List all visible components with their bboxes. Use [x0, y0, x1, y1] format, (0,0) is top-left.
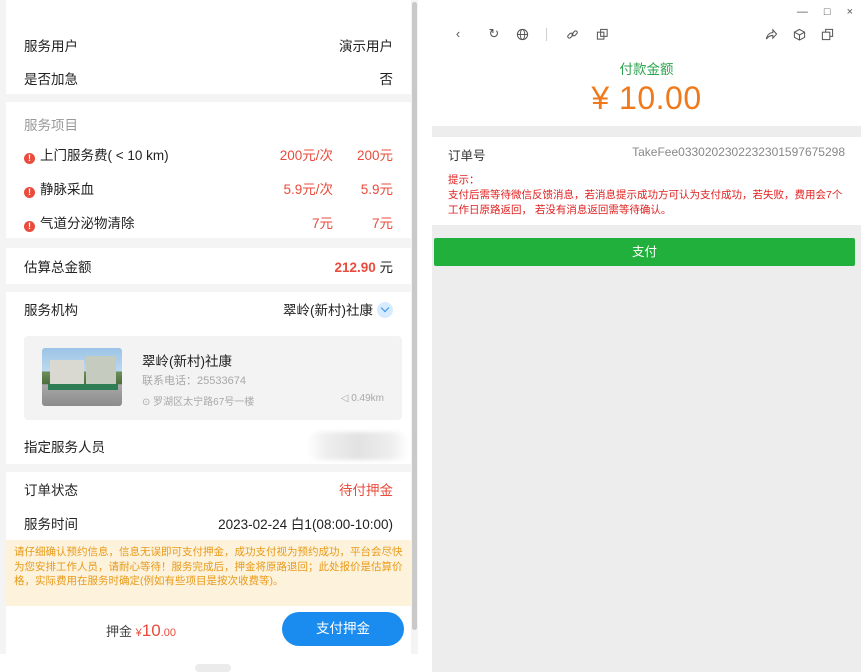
service-item-row: ! 气道分泌物清除 7元 7元	[6, 208, 411, 236]
org-name: 翠岭(新村)社康	[142, 354, 232, 369]
back-icon[interactable]: ‹	[450, 24, 466, 44]
service-item-subtotal: 7元	[371, 216, 393, 231]
service-user-row: 服务用户 演示用户	[6, 30, 411, 60]
payment-window: — □ × ‹ ↻ 付款金额 ¥ 10.00 订单号 TakeFee033020…	[432, 0, 861, 672]
order-number-label: 订单号	[448, 149, 486, 163]
order-status-label: 订单状态	[24, 483, 78, 498]
total-label: 估算总金额	[24, 260, 92, 275]
pay-button[interactable]: 支付	[434, 238, 855, 266]
info-icon[interactable]: !	[24, 153, 35, 164]
link-icon[interactable]	[564, 24, 580, 44]
service-item-name: 上门服务费( < 10 km)	[40, 148, 169, 163]
service-items-title-row: 服务项目	[6, 110, 411, 138]
copy-icon[interactable]	[594, 24, 610, 44]
minimize-icon[interactable]: —	[797, 6, 808, 18]
org-distance: ◁ 0.49km	[340, 393, 384, 404]
org-address: ⊙ 罗湖区太宁路67号一楼	[142, 397, 255, 408]
service-user-value[interactable]: 演示用户	[339, 35, 393, 55]
service-items-title: 服务项目	[24, 118, 78, 133]
total-amount: 212.90	[334, 260, 376, 275]
info-icon[interactable]: !	[24, 221, 35, 232]
service-item-price: 5.9元/次	[283, 182, 333, 197]
order-info-card: 订单号 TakeFee0330202302232301597675298 提示：…	[432, 137, 861, 225]
org-phone: 联系电话：25533674	[142, 375, 246, 387]
service-item-subtotal: 200元	[356, 148, 393, 163]
browser-toolbar: ‹ ↻	[432, 24, 861, 44]
order-status-value: 待付押金	[339, 483, 393, 498]
hint-body: 支付后需等待微信反馈消息，若消息提示成功方可认为支付成功，若失败，费用会7个工作…	[448, 189, 843, 216]
urgent-value[interactable]: 否	[380, 68, 394, 88]
service-item-price: 200元/次	[279, 148, 333, 163]
org-label: 服务机构	[24, 303, 78, 318]
cube-icon[interactable]	[791, 24, 807, 44]
org-photo	[42, 348, 122, 406]
org-select-value[interactable]: 翠岭(新村)社康	[283, 303, 373, 318]
service-item-subtotal: 5.9元	[360, 182, 393, 197]
service-user-label: 服务用户	[24, 39, 78, 54]
deposit-decimal: .00	[160, 627, 176, 639]
service-item-row: ! 静脉采血 5.9元/次 5.9元	[6, 174, 411, 202]
info-icon[interactable]: !	[24, 187, 35, 198]
service-time-row: 服务时间 2023-02-24 白1(08:00-10:00)	[6, 508, 411, 538]
home-indicator	[195, 664, 231, 672]
urgent-row: 是否加急 否	[6, 62, 411, 94]
service-time-value: 2023-02-24 白1(08:00-10:00)	[218, 517, 393, 532]
refresh-icon[interactable]: ↻	[486, 24, 502, 44]
pay-deposit-button[interactable]: 支付押金	[282, 612, 404, 646]
staff-selector-blurred[interactable]	[306, 432, 410, 460]
deposit-footer: 押金 ¥10.00 支付押金	[6, 606, 411, 654]
toolbar-divider	[546, 28, 547, 41]
service-item-price: 7元	[311, 216, 333, 231]
service-item-name: 静脉采血	[40, 182, 94, 197]
org-info-box[interactable]: 翠岭(新村)社康 联系电话：25533674 ⊙ 罗湖区太宁路67号一楼 ◁ 0…	[24, 336, 402, 420]
deposit-amount: 10	[141, 621, 161, 640]
order-form: 服务用户 演示用户 是否加急 否 服务项目 ! 上门服务费( < 10 km) 2…	[6, 0, 411, 672]
window-icon[interactable]	[819, 24, 835, 44]
bottom-bar	[0, 654, 418, 672]
total-unit: 元	[379, 260, 394, 275]
scrollbar[interactable]	[412, 2, 417, 630]
order-number-value: TakeFee0330202302232301597675298	[632, 145, 845, 159]
pay-amount: ¥ 10.00	[591, 80, 702, 116]
chevron-down-icon[interactable]	[377, 302, 393, 318]
deposit-summary: 押金 ¥10.00	[106, 621, 176, 641]
service-time-label: 服务时间	[24, 517, 78, 532]
order-confirm-panel: 服务用户 演示用户 是否加急 否 服务项目 ! 上门服务费( < 10 km) 2…	[0, 0, 418, 672]
maximize-icon[interactable]: □	[824, 6, 831, 18]
service-item-name: 气道分泌物清除	[40, 216, 135, 231]
share-icon[interactable]	[763, 24, 779, 44]
booking-notice: 请仔细确认预约信息，信息无误即可支付押金，成功支付视为预约成功，平台会尽快为您安…	[6, 540, 411, 606]
globe-icon[interactable]	[514, 24, 530, 44]
payment-hint: 提示： 支付后需等待微信反馈消息，若消息提示成功方可认为支付成功，若失败，费用会…	[448, 173, 848, 218]
payment-header: — □ × ‹ ↻ 付款金额 ¥ 10.00	[432, 0, 861, 126]
close-icon[interactable]: ×	[847, 6, 853, 18]
org-row[interactable]: 服务机构 翠岭(新村)社康	[6, 292, 411, 326]
screen: 服务用户 演示用户 是否加急 否 服务项目 ! 上门服务费( < 10 km) 2…	[0, 0, 861, 672]
total-row: 估算总金额 212.90 元	[6, 250, 411, 282]
service-item-row: ! 上门服务费( < 10 km) 200元/次 200元	[6, 140, 411, 168]
order-status-row: 订单状态 待付押金	[6, 474, 411, 504]
pay-amount-label: 付款金额	[619, 62, 674, 77]
window-controls: — □ ×	[797, 6, 853, 18]
urgent-label: 是否加急	[24, 72, 78, 87]
deposit-label: 押金	[106, 624, 133, 639]
hint-title: 提示：	[448, 174, 480, 186]
